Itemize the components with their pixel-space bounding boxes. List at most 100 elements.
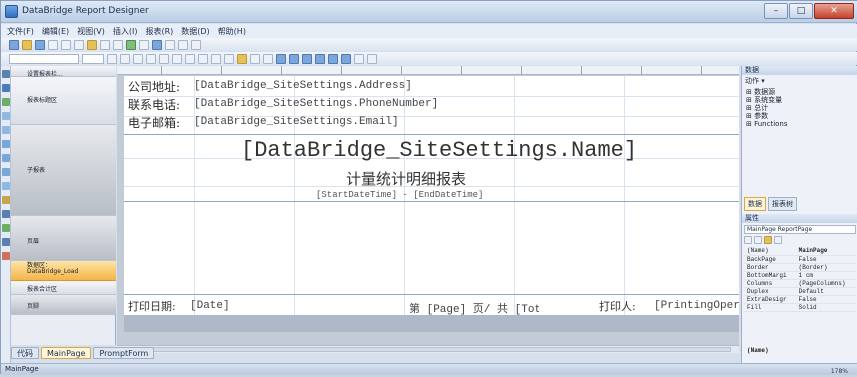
preview-icon[interactable] [48, 39, 58, 50]
fill-color-icon[interactable] [237, 53, 247, 64]
paste-icon[interactable] [87, 39, 97, 50]
align-left-icon[interactable] [146, 53, 156, 64]
categorized-icon[interactable] [744, 236, 752, 244]
frame-bottom-icon[interactable] [289, 53, 299, 64]
tab-main-page[interactable]: MainPage [41, 347, 92, 359]
band-report-title[interactable]: 报表标题区 [11, 77, 116, 125]
picture-object-icon[interactable] [2, 98, 10, 106]
phone-field[interactable]: [DataBridge_SiteSettings.PhoneNumber] [194, 98, 438, 110]
line-width-icon[interactable] [367, 53, 377, 64]
valign-top-icon[interactable] [198, 53, 208, 64]
band-subreport[interactable]: 子报表 [11, 125, 116, 216]
highlight-icon[interactable] [263, 53, 273, 64]
property-row[interactable]: BackPage False [744, 255, 856, 264]
menu-insert[interactable]: 插入(I) [113, 26, 138, 37]
copy-icon[interactable] [74, 39, 84, 50]
property-value[interactable]: (PageColumns) [795, 279, 856, 288]
property-value[interactable]: 1 cm [795, 271, 856, 280]
printer-field[interactable]: [PrintingOpera [654, 300, 739, 312]
text-object-icon[interactable] [2, 84, 10, 92]
delete-page-icon[interactable] [139, 39, 149, 50]
minimize-button[interactable]: – [764, 3, 788, 19]
bold-icon[interactable] [107, 53, 117, 64]
add-page-icon[interactable] [126, 39, 136, 50]
address-label[interactable]: 公司地址: [128, 78, 180, 95]
property-row[interactable]: Fill Solid [744, 303, 856, 312]
align-center-icon[interactable] [159, 53, 169, 64]
redo-icon[interactable] [113, 39, 123, 50]
print-date-field[interactable]: [Date] [190, 300, 230, 312]
menu-edit[interactable]: 编辑(E) [42, 26, 69, 37]
phone-label[interactable]: 联系电话: [128, 96, 180, 113]
tree-item-parameters[interactable]: ⊞ 参数 [746, 112, 788, 120]
frame-none-icon[interactable] [341, 53, 351, 64]
new-icon[interactable] [9, 39, 19, 50]
table-object-icon[interactable] [2, 154, 10, 162]
font-size-select[interactable] [82, 53, 104, 64]
report-title[interactable]: 计量统计明细报表 [346, 168, 466, 189]
pointer-icon[interactable] [2, 70, 10, 78]
data-panel-actions[interactable]: 动作 ▾ [745, 76, 765, 86]
property-value[interactable]: (Border) [795, 263, 856, 272]
group-icon[interactable] [165, 39, 175, 50]
tree-item-system-vars[interactable]: ⊞ 系统变量 [746, 96, 788, 104]
band-object-icon[interactable] [2, 140, 10, 148]
frame-left-icon[interactable] [302, 53, 312, 64]
map-object-icon[interactable] [2, 238, 10, 246]
page-info-field[interactable]: 第 [Page] 页/ 共 [Tot [409, 300, 539, 316]
font-color-icon[interactable] [250, 53, 260, 64]
properties-icon[interactable] [764, 236, 772, 244]
frame-top-icon[interactable] [276, 53, 286, 64]
band-setup[interactable]: 设置报表栏... [11, 66, 116, 78]
undo-icon[interactable] [100, 39, 110, 50]
tab-prompt-form[interactable]: PromptForm [93, 347, 155, 359]
email-label[interactable]: 电子邮箱: [128, 114, 180, 131]
property-row[interactable]: ExtraDesigr False [744, 295, 856, 304]
property-row[interactable]: BottomMargi 1 cm [744, 271, 856, 280]
date-range-field[interactable]: [StartDateTime] - [EndDateTime] [316, 190, 483, 200]
tree-item-functions[interactable]: ⊞ Functions [746, 120, 788, 128]
maximize-button[interactable]: □ [789, 3, 813, 19]
menu-view[interactable]: 视图(V) [77, 26, 105, 37]
property-value[interactable]: Default [795, 287, 856, 296]
menu-report[interactable]: 报表(R) [145, 26, 173, 37]
chart-object-icon[interactable] [2, 224, 10, 232]
property-value[interactable]: False [795, 255, 856, 264]
font-name-select[interactable] [9, 53, 79, 64]
property-value[interactable]: Solid [795, 303, 856, 312]
cut-icon[interactable] [61, 39, 71, 50]
property-row[interactable]: (Name) MainPage [744, 247, 856, 256]
property-row[interactable]: Border (Border) [744, 263, 856, 272]
report-page[interactable]: 公司地址: [DataBridge_SiteSettings.Address] … [124, 76, 739, 332]
frame-right-icon[interactable] [315, 53, 325, 64]
band-page-header[interactable]: 页眉 [11, 216, 116, 261]
site-name-field[interactable]: [DataBridge_SiteSettings.Name] [241, 138, 637, 163]
underline-icon[interactable] [133, 53, 143, 64]
email-field[interactable]: [DataBridge_SiteSettings.Email] [194, 116, 399, 128]
matrix-object-icon[interactable] [2, 168, 10, 176]
close-button[interactable]: ✕ [814, 3, 854, 19]
tree-item-totals[interactable]: ⊞ 总计 [746, 104, 788, 112]
band-data[interactable]: 数据区： DataBridge_Load [11, 261, 116, 281]
barcode-object-icon[interactable] [2, 196, 10, 204]
tab-report-tree[interactable]: 报表树 [768, 197, 797, 211]
property-value[interactable]: False [795, 295, 856, 304]
tree-item-datasources[interactable]: ⊞ 数据源 [746, 88, 788, 96]
menu-help[interactable]: 帮助(H) [218, 26, 246, 37]
tab-data[interactable]: 数据 [744, 197, 766, 211]
ungroup-icon[interactable] [178, 39, 188, 50]
object-selector[interactable]: MainPage ReportPage [744, 225, 856, 234]
page-setup-icon[interactable] [152, 39, 162, 50]
open-icon[interactable] [22, 39, 32, 50]
zoom-level[interactable]: 178% [831, 366, 848, 377]
menu-data[interactable]: 数据(D) [181, 26, 209, 37]
design-canvas[interactable]: 公司地址: [DataBridge_SiteSettings.Address] … [117, 66, 739, 345]
rich-text-object-icon[interactable] [2, 252, 10, 260]
checkbox-object-icon[interactable] [2, 210, 10, 218]
property-value[interactable]: MainPage [795, 247, 856, 256]
save-icon[interactable] [35, 39, 45, 50]
printer-label[interactable]: 打印人: [599, 298, 636, 314]
alphabetical-icon[interactable] [754, 236, 762, 244]
tab-code[interactable]: 代码 [11, 347, 39, 359]
italic-icon[interactable] [120, 53, 130, 64]
